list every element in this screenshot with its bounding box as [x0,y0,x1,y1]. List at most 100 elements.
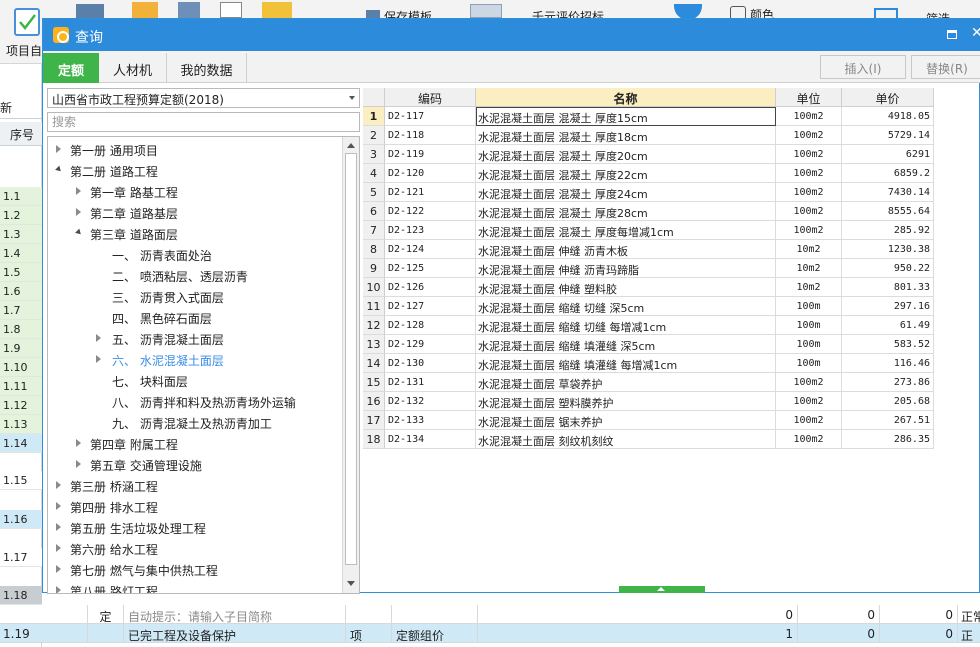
table-cell-price[interactable]: 1230.38 [842,240,934,259]
table-cell-name[interactable]: 水泥混凝土面层 混凝土 厚度15cm [476,107,776,126]
table-cell-price[interactable]: 6291 [842,145,934,164]
table-cell-code[interactable]: D2-119 [385,145,476,164]
tree-node[interactable]: 九、 沥青混凝土及热沥青加工 [48,412,340,433]
table-cell-name[interactable]: 水泥混凝土面层 塑料膜养护 [476,392,776,411]
collapse-arrow-icon[interactable] [56,502,61,510]
table-cell-no[interactable]: 5 [363,183,385,202]
table-icon[interactable] [178,2,200,18]
table-cell-price[interactable]: 5729.14 [842,126,934,145]
tree-node[interactable]: 七、 块料面层 [48,370,340,391]
book-icon[interactable] [76,4,104,18]
tree-node[interactable]: 第八册 路灯工程 [48,580,340,593]
header-name[interactable]: 名称 [476,88,776,107]
header-unit[interactable]: 单位 [776,88,842,107]
table-cell-unit[interactable]: 10m2 [776,240,842,259]
left-tab-fragment[interactable]: 新 [0,99,12,116]
table-cell-name[interactable]: 水泥混凝土面层 混凝土 厚度24cm [476,183,776,202]
tree-node[interactable]: 三、 沥青贯入式面层 [48,286,340,307]
table-cell-no[interactable]: 12 [363,316,385,335]
grid-row-number[interactable]: 1.6 [0,282,42,301]
tree-node[interactable]: 五、 沥青混凝土面层 [48,328,340,349]
collapse-arrow-icon[interactable] [76,439,81,447]
table-cell-name[interactable]: 水泥混凝土面层 缩缝 填灌缝 每增减1cm [476,354,776,373]
table-cell-unit[interactable]: 100m2 [776,126,842,145]
table-cell-price[interactable]: 205.68 [842,392,934,411]
dialog-title-bar[interactable]: 查询 ✕ [43,19,980,51]
table-cell-unit[interactable]: 100m2 [776,202,842,221]
table-cell-name[interactable]: 水泥混凝土面层 伸缝 沥青木板 [476,240,776,259]
table-cell-name[interactable]: 水泥混凝土面层 缩缝 切缝 每增减1cm [476,316,776,335]
table-cell-no[interactable]: 2 [363,126,385,145]
table-cell-no[interactable]: 13 [363,335,385,354]
quota-library-select[interactable]: 山西省市政工程预算定额(2018) [47,88,360,108]
stack-icon[interactable] [262,2,292,18]
table-cell-code[interactable]: D2-130 [385,354,476,373]
table-row[interactable]: 8 D2-124 水泥混凝土面层 伸缝 沥青木板 10m2 1230.38 [363,240,934,259]
table-cell-code[interactable]: D2-132 [385,392,476,411]
table-cell-unit[interactable]: 10m2 [776,259,842,278]
table-cell-unit[interactable]: 100m2 [776,392,842,411]
search-input[interactable] [47,112,360,132]
table-cell-code[interactable]: D2-125 [385,259,476,278]
table-cell-code[interactable]: D2-118 [385,126,476,145]
replace-button[interactable]: 替换(R) [911,55,980,79]
table-cell-price[interactable]: 273.86 [842,373,934,392]
tree-node[interactable]: 第四章 附属工程 [48,433,340,454]
table-cell-no[interactable]: 8 [363,240,385,259]
main-grid-cell-v2[interactable]: 0 [798,624,880,643]
table-cell-name[interactable]: 水泥混凝土面层 混凝土 厚度18cm [476,126,776,145]
grid-row-number[interactable]: 1.4 [0,244,42,263]
table-row[interactable]: 18 D2-134 水泥混凝土面层 刻纹机刻纹 100m2 286.35 [363,430,934,449]
tab-my-data[interactable]: 我的数据 [167,53,247,83]
main-grid-cell-unit[interactable] [346,605,392,624]
table-cell-price[interactable]: 4918.05 [842,107,934,126]
collapse-arrow-icon[interactable] [76,208,81,216]
table-cell-price[interactable]: 285.92 [842,221,934,240]
table-cell-no[interactable]: 10 [363,278,385,297]
table-cell-name[interactable]: 水泥混凝土面层 草袋养护 [476,373,776,392]
tree-node[interactable]: 一、 沥青表面处治 [48,244,340,265]
table-row[interactable]: 10 D2-126 水泥混凝土面层 伸缝 塑料胶 10m2 801.33 [363,278,934,297]
tree-node[interactable]: 第五章 交通管理设施 [48,454,340,475]
table-cell-no[interactable]: 15 [363,373,385,392]
table-cell-unit[interactable]: 10m2 [776,278,842,297]
table-cell-no[interactable]: 17 [363,411,385,430]
column-header-no[interactable]: 序号 [10,126,34,143]
grid-row-number[interactable]: 1.11 [0,377,42,396]
table-cell-no[interactable]: 18 [363,430,385,449]
table-cell-price[interactable]: 7430.14 [842,183,934,202]
main-grid-cell-name[interactable]: 已完工程及设备保护 [124,624,346,643]
main-grid-cell-v2[interactable]: 0 [798,605,880,624]
tree-node[interactable]: 第五册 生活垃圾处理工程 [48,517,340,538]
tree-node[interactable]: 八、 沥青拌和料及热沥青场外运输 [48,391,340,412]
table-cell-name[interactable]: 水泥混凝土面层 锯末养护 [476,411,776,430]
table-row[interactable]: 16 D2-132 水泥混凝土面层 塑料膜养护 100m2 205.68 [363,392,934,411]
table-row[interactable]: 1 D2-117 水泥混凝土面层 混凝土 厚度15cm 100m2 4918.05 [363,107,934,126]
table-cell-code[interactable]: D2-128 [385,316,476,335]
table-cell-no[interactable]: 16 [363,392,385,411]
main-grid-cell-type[interactable] [88,624,124,643]
table-cell-code[interactable]: D2-117 [385,107,476,126]
table-cell-price[interactable]: 297.16 [842,297,934,316]
table-cell-name[interactable]: 水泥混凝土面层 混凝土 厚度22cm [476,164,776,183]
table-cell-unit[interactable]: 100m2 [776,411,842,430]
splitter-grip[interactable] [619,586,705,593]
table-cell-unit[interactable]: 100m2 [776,164,842,183]
scroll-down-icon[interactable] [347,581,355,586]
tree-node[interactable]: 第二册 道路工程 [48,160,340,181]
table-cell-no[interactable]: 9 [363,259,385,278]
header-price[interactable]: 单价 [842,88,934,107]
table-cell-name[interactable]: 水泥混凝土面层 混凝土 厚度28cm [476,202,776,221]
close-icon[interactable]: ✕ [971,25,980,41]
table-cell-unit[interactable]: 100m2 [776,107,842,126]
main-grid-cell-unit[interactable]: 项 [346,624,392,643]
main-grid-cell-v3[interactable]: 0 [880,605,958,624]
scroll-thumb[interactable] [345,153,357,565]
table-row[interactable]: 4 D2-120 水泥混凝土面层 混凝土 厚度22cm 100m2 6859.2 [363,164,934,183]
expand-arrow-icon[interactable] [75,228,83,237]
main-grid-row[interactable]: 1.19 已完工程及设备保护项定额组价 1 0 0 正 [0,624,980,643]
table-cell-name[interactable]: 水泥混凝土面层 缩缝 填灌缝 深5cm [476,335,776,354]
table-cell-price[interactable]: 950.22 [842,259,934,278]
table-cell-code[interactable]: D2-121 [385,183,476,202]
expand-arrow-icon[interactable] [55,165,63,174]
